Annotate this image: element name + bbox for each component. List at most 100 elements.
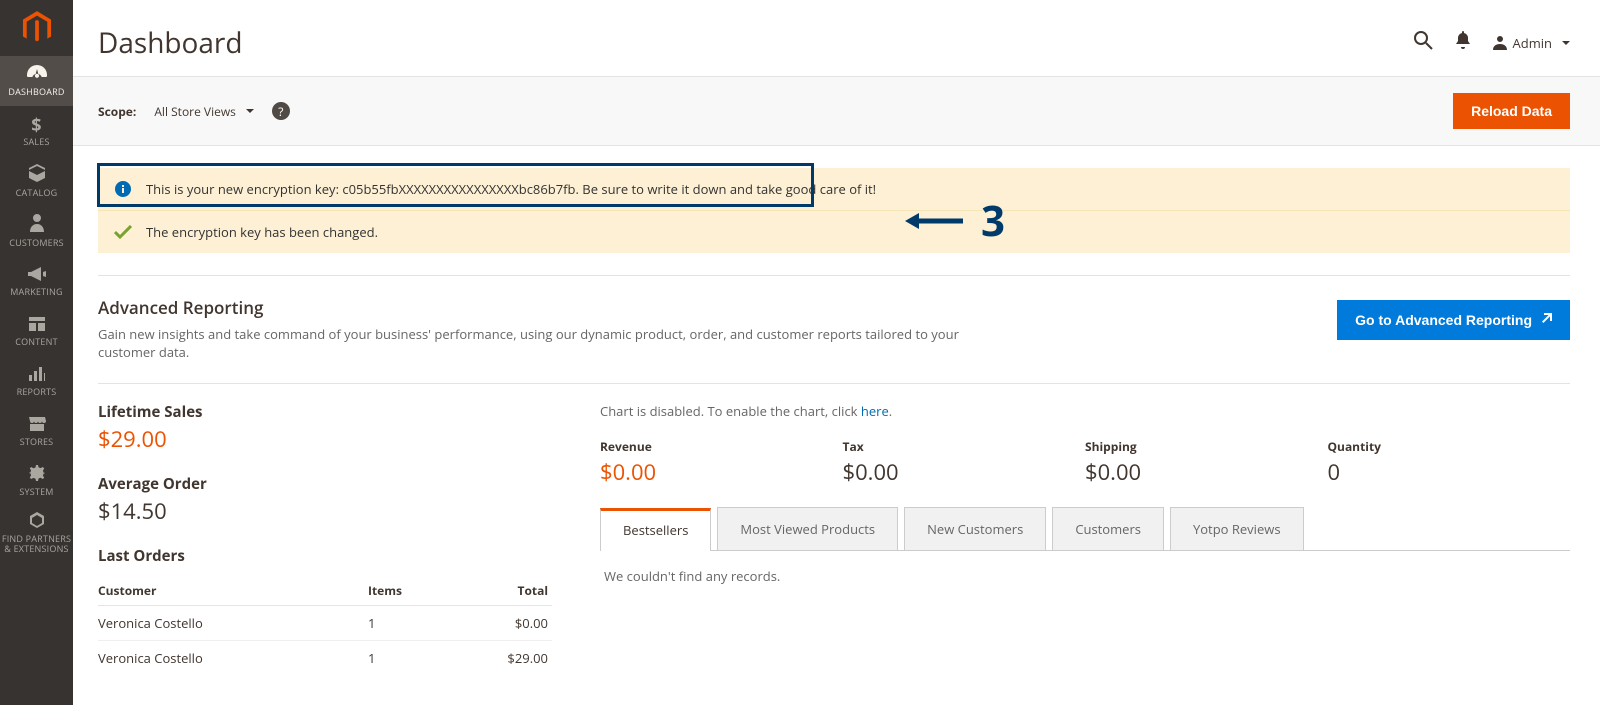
external-link-icon [1540,313,1552,328]
tab-most-viewed[interactable]: Most Viewed Products [717,507,898,550]
bell-icon[interactable] [1455,31,1471,55]
admin-label: Admin [1513,34,1552,52]
chart-enable-link[interactable]: here [861,402,889,420]
store-icon [28,416,46,434]
divider [98,275,1570,276]
left-column: Lifetime Sales $29.00 Average Order $14.… [98,402,552,675]
nav-label: CUSTOMERS [9,238,64,248]
nav-label: DASHBOARD [8,87,64,97]
tab-customers[interactable]: Customers [1052,507,1164,550]
tab-empty-text: We couldn't find any records. [604,567,780,585]
info-message: This is your new encryption key: c05b55f… [98,168,1570,210]
nav-label: CONTENT [15,337,58,347]
metric-value: 0 [1328,457,1571,487]
cell-customer: Veronica Costello [98,649,368,667]
search-icon[interactable] [1413,30,1433,56]
main-area: Dashboard Admin Scope: All Store Views ?… [73,0,1600,705]
metric-tax: Tax $0.00 [843,438,1086,487]
nav-customers[interactable]: CUSTOMERS [0,206,73,256]
nav-system[interactable]: SYSTEM [0,456,73,506]
divider [98,383,1570,384]
layout-icon [29,316,45,334]
info-icon [114,180,132,198]
average-order-value: $14.50 [98,496,552,526]
table-row[interactable]: Veronica Costello 1 $0.00 [98,606,552,641]
reload-data-button[interactable]: Reload Data [1453,93,1570,129]
partners-icon [28,512,46,531]
nav-label: CATALOG [16,188,58,198]
nav-dashboard[interactable]: DASHBOARD [0,56,73,106]
metric-shipping: Shipping $0.00 [1085,438,1328,487]
lifetime-sales-value: $29.00 [98,424,552,454]
metrics-row: Revenue $0.00 Tax $0.00 Shipping $0.00 Q… [600,438,1570,487]
metric-value: $0.00 [600,457,843,487]
page-header: Dashboard Admin [73,0,1600,76]
nav-partners[interactable]: FIND PARTNERS & EXTENSIONS [0,506,73,560]
tab-bestsellers[interactable]: Bestsellers [600,508,711,551]
advanced-reporting-title: Advanced Reporting [98,296,998,319]
magento-logo-icon [22,11,52,45]
col-total: Total [448,582,552,599]
tab-yotpo-reviews[interactable]: Yotpo Reviews [1170,507,1304,550]
nav-sales[interactable]: $ SALES [0,106,73,156]
col-items: Items [368,582,448,599]
magento-logo[interactable] [0,0,73,56]
nav-stores[interactable]: STORES [0,406,73,456]
last-orders-title: Last Orders [98,546,552,566]
page-title: Dashboard [98,24,243,62]
chart-hint-suffix: . [889,402,892,420]
dollar-icon: $ [31,116,42,134]
scope-switcher: Scope: All Store Views ? [98,102,290,120]
nav-label: REPORTS [17,387,57,397]
success-message: The encryption key has been changed. [98,210,1570,253]
metric-value: $0.00 [843,457,1086,487]
toolbar: Scope: All Store Views ? Reload Data [73,76,1600,146]
tab-content: We couldn't find any records. [600,551,1570,601]
nav-label: STORES [20,437,54,447]
cell-items: 1 [368,649,448,667]
lifetime-sales-label: Lifetime Sales [98,402,552,422]
nav-reports[interactable]: REPORTS [0,356,73,406]
metric-label: Tax [843,438,1086,455]
nav-label: SALES [23,137,49,147]
cell-total: $0.00 [448,614,552,632]
metric-label: Shipping [1085,438,1328,455]
check-icon [114,223,132,241]
last-orders-header: Customer Items Total [98,576,552,606]
cell-total: $29.00 [448,649,552,667]
info-message-text: This is your new encryption key: c05b55f… [146,180,876,198]
metric-value: $0.00 [1085,457,1328,487]
gear-icon [29,465,45,484]
metric-revenue: Revenue $0.00 [600,438,843,487]
tab-new-customers[interactable]: New Customers [904,507,1046,550]
scope-dropdown[interactable]: All Store Views [154,103,254,120]
admin-sidebar: DASHBOARD $ SALES CATALOG CUSTOMERS MARK… [0,0,73,705]
tabs: Bestsellers Most Viewed Products New Cus… [600,507,1570,551]
goto-advanced-reporting-label: Go to Advanced Reporting [1355,312,1532,328]
header-actions: Admin [1413,30,1570,56]
goto-advanced-reporting-button[interactable]: Go to Advanced Reporting [1337,300,1570,340]
person-icon [30,214,44,235]
col-customer: Customer [98,582,368,599]
help-icon[interactable]: ? [272,102,290,120]
advanced-reporting-text: Advanced Reporting Gain new insights and… [98,296,998,361]
nav-marketing[interactable]: MARKETING [0,256,73,306]
average-order-label: Average Order [98,474,552,494]
metric-label: Quantity [1328,438,1571,455]
nav-label: SYSTEM [19,487,53,497]
table-row[interactable]: Veronica Costello 1 $29.00 [98,641,552,675]
admin-account-menu[interactable]: Admin [1493,34,1570,52]
nav-label: MARKETING [10,287,62,297]
scope-value: All Store Views [154,103,236,120]
cell-customer: Veronica Costello [98,614,368,632]
nav-content[interactable]: CONTENT [0,306,73,356]
scope-label: Scope: [98,103,136,120]
advanced-reporting-desc: Gain new insights and take command of yo… [98,325,998,361]
nav-catalog[interactable]: CATALOG [0,156,73,206]
dashboard-columns: Lifetime Sales $29.00 Average Order $14.… [98,402,1570,675]
cell-items: 1 [368,614,448,632]
chart-hint: Chart is disabled. To enable the chart, … [600,402,1570,420]
right-column: Chart is disabled. To enable the chart, … [600,402,1570,675]
metric-label: Revenue [600,438,843,455]
advanced-reporting-section: Advanced Reporting Gain new insights and… [98,296,1570,361]
